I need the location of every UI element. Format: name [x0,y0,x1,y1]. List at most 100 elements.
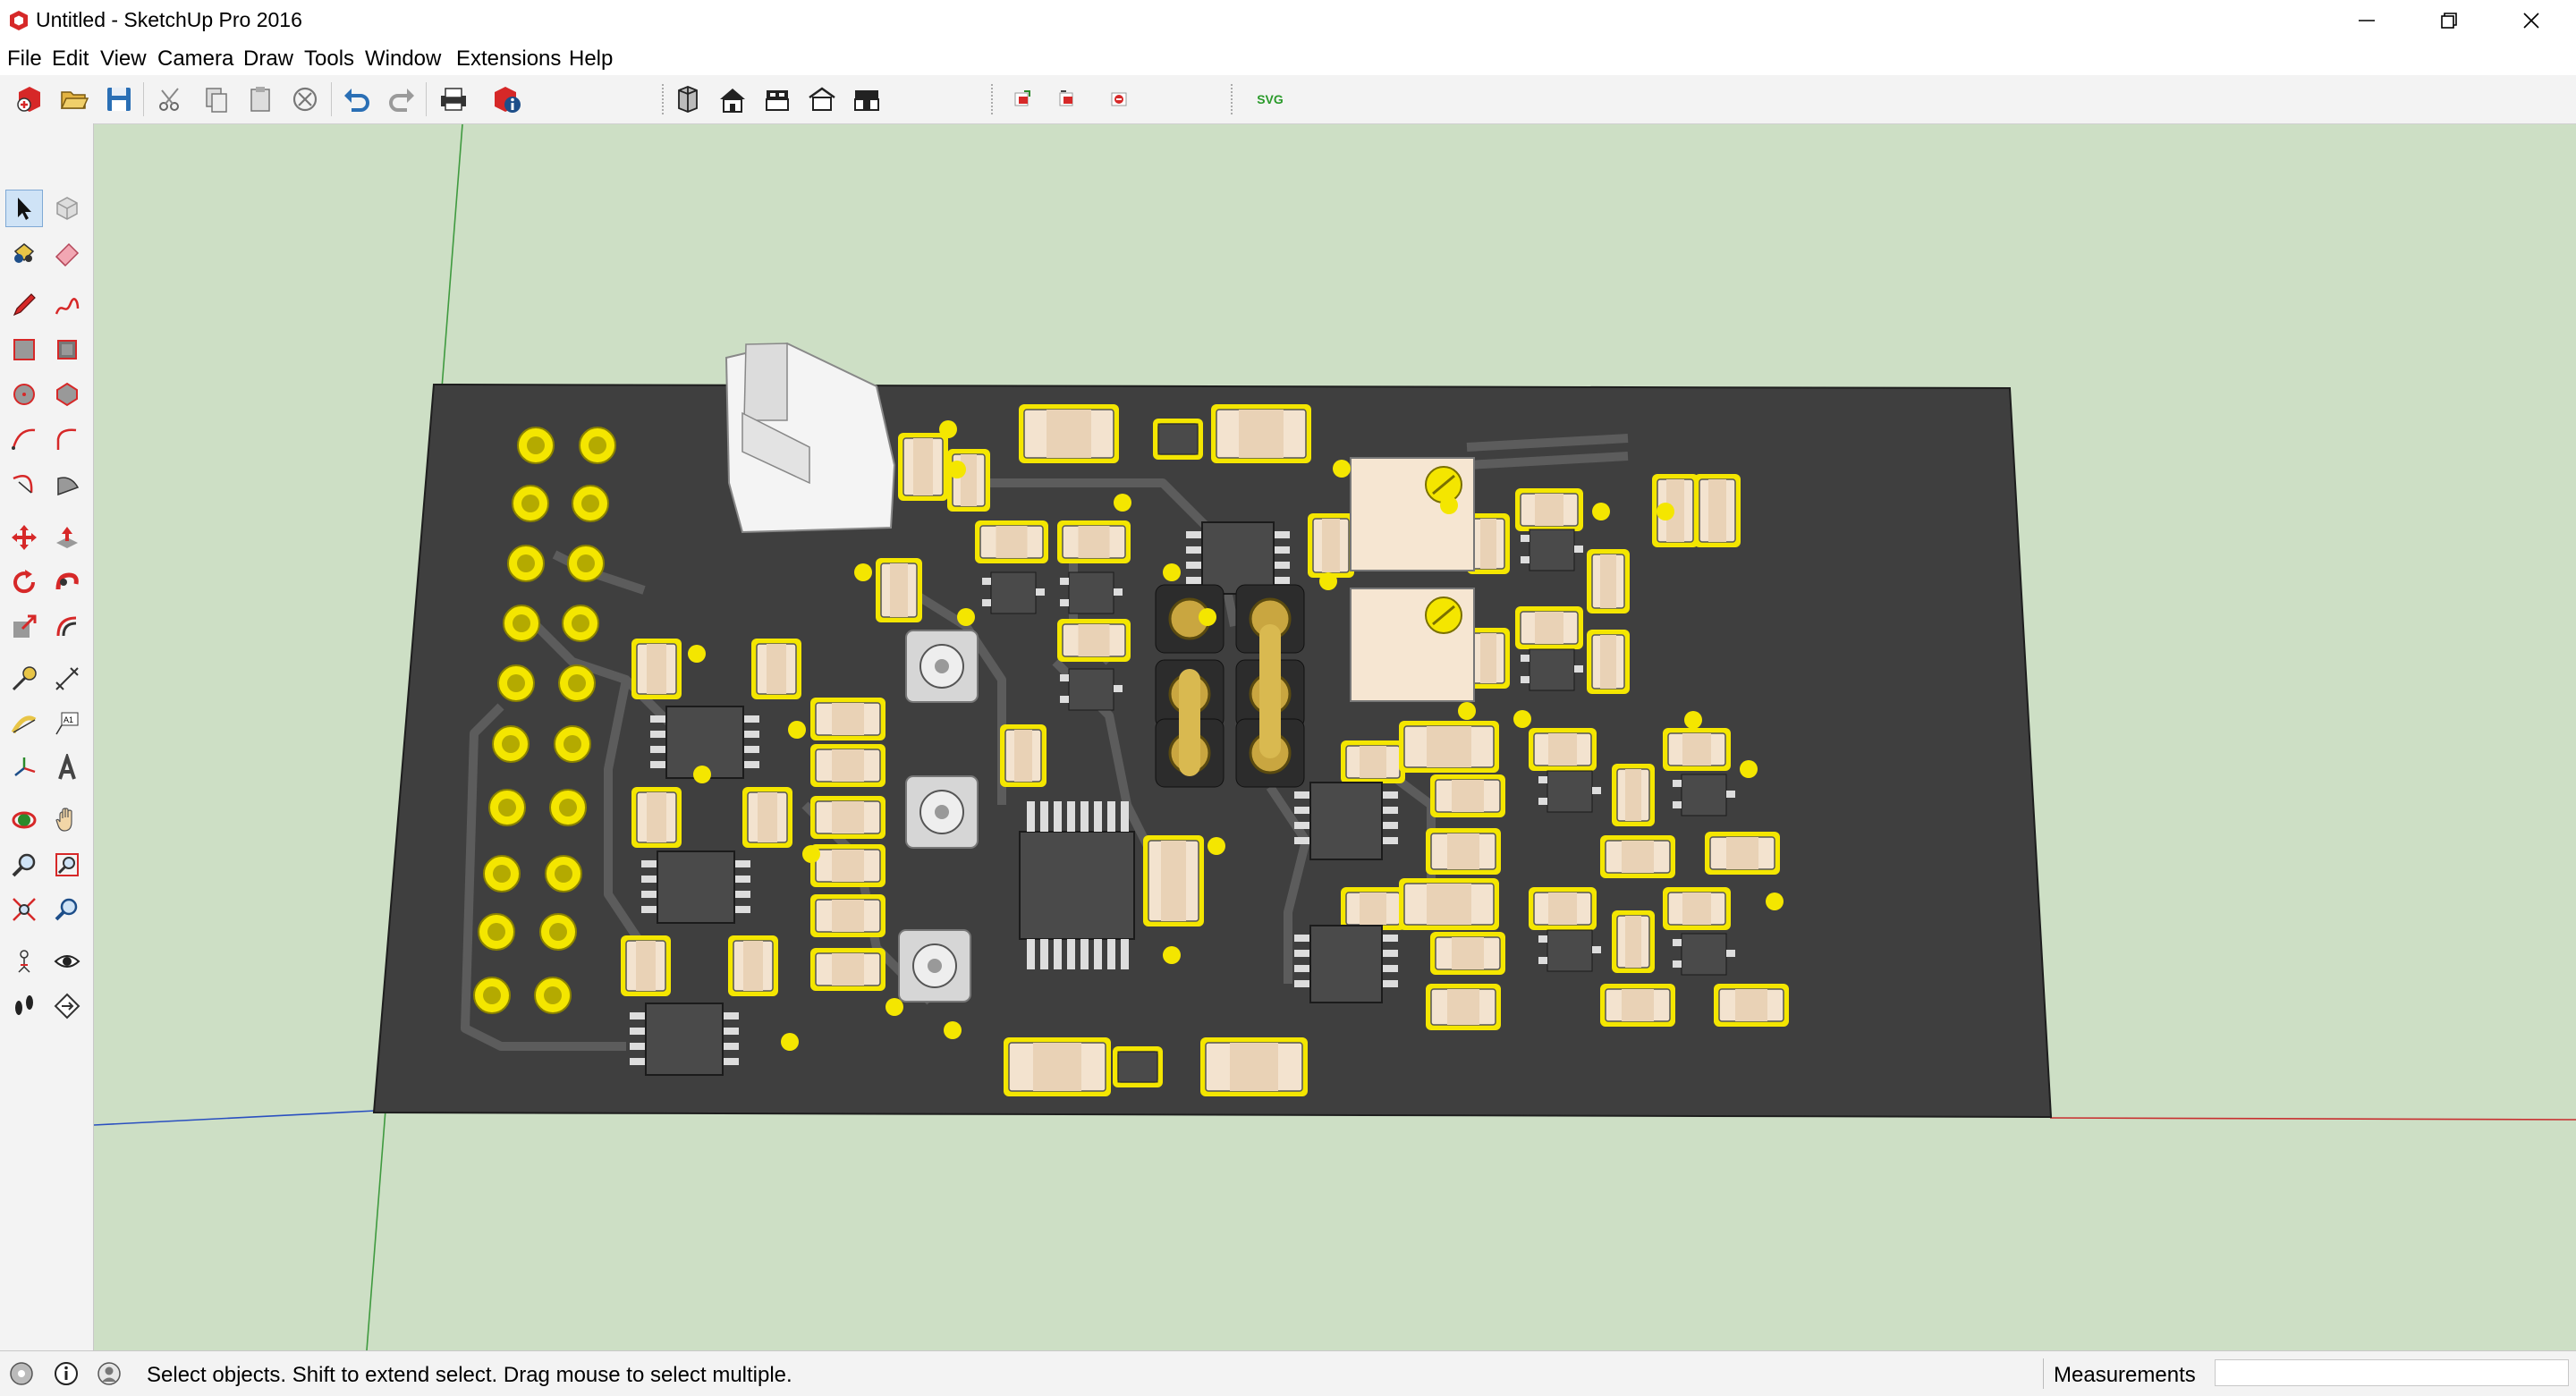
print-button[interactable] [435,80,472,118]
eraser-tool[interactable] [48,234,86,272]
rotate-tool[interactable] [5,563,43,601]
3d-text-tool[interactable] [48,749,86,787]
menu-camera[interactable]: Camera [157,45,233,73]
tape-measure-tool[interactable] [5,660,43,698]
make-component-tool[interactable] [48,190,86,227]
ic-pin [1382,980,1398,987]
import-red-button[interactable] [1004,80,1041,118]
smd-body [647,792,666,842]
menu-file[interactable]: File [7,45,42,73]
model-info-icon [495,87,521,113]
via-pad [944,1021,962,1039]
smd-body [1622,841,1654,873]
rectangle-tool[interactable] [5,331,43,368]
pcb-model[interactable] [94,124,2576,1350]
menu-extensions[interactable]: Extensions [456,45,561,73]
ic-pin [734,860,750,867]
axes-tool[interactable] [5,749,43,787]
section-plane-tool[interactable] [48,987,86,1025]
ic-pin [650,715,666,723]
circle-tool[interactable] [5,376,43,413]
new-file-button[interactable] [11,80,48,118]
zoom-tool[interactable] [5,846,43,884]
three-point-arc-tool[interactable] [5,465,43,503]
menu-window[interactable]: Window [365,45,441,73]
open-button[interactable] [55,80,93,118]
menu-edit[interactable]: Edit [52,45,89,73]
info-icon[interactable] [54,1361,79,1386]
pan-tool[interactable] [48,801,86,839]
undo-button[interactable] [338,80,376,118]
menu-draw[interactable]: Draw [243,45,293,73]
ic-pin [1592,946,1601,953]
export-red-button[interactable] [1048,80,1086,118]
restore-button[interactable] [2408,0,2490,41]
copy-button[interactable] [197,80,234,118]
arc-tool[interactable] [5,420,43,458]
dimension-tool[interactable] [48,660,86,698]
orbit-tool[interactable] [5,801,43,839]
freehand-tool[interactable] [48,286,86,324]
geolocation-icon[interactable] [9,1361,34,1386]
right-view-button[interactable] [803,80,841,118]
scale-tool[interactable] [5,608,43,646]
sot23-chip [1068,571,1114,614]
smd-body [1600,635,1616,689]
pad-drill [493,865,511,883]
push-pull-tool[interactable] [48,519,86,556]
measurements-input[interactable] [2215,1359,2569,1386]
ic-pin [641,891,657,898]
paste-button[interactable] [242,80,279,118]
menu-view[interactable]: View [100,45,147,73]
ic-pin [734,891,750,898]
look-around-tool[interactable] [48,943,86,980]
via-pad [939,420,957,438]
save-button[interactable] [100,80,138,118]
ic-pin [1673,801,1682,808]
position-camera-tool[interactable] [5,943,43,980]
protractor-tool[interactable] [5,705,43,742]
svg-export-button[interactable]: SVG [1249,80,1292,118]
offset-tool[interactable] [48,608,86,646]
front-view-button[interactable] [758,80,796,118]
smd-body [1682,893,1711,925]
ic-pin [1094,801,1102,832]
top-view-button[interactable] [714,80,751,118]
line-tool[interactable] [5,286,43,324]
main-toolbar: SVG [0,75,2576,124]
menu-tools[interactable]: Tools [304,45,354,73]
minimize-button[interactable] [2326,0,2408,41]
pie-tool[interactable] [48,465,86,503]
paint-bucket-tool[interactable] [5,234,43,272]
coax-pin [935,659,949,673]
drawing-viewport[interactable] [94,124,2576,1350]
cut-button[interactable] [152,80,190,118]
smd-body [1447,833,1479,869]
walk-tool[interactable] [5,987,43,1025]
plugin-red-button[interactable] [1100,80,1138,118]
two-point-arc-tool[interactable] [48,420,86,458]
ic-pin [1040,801,1048,832]
rotated-rectangle-tool[interactable] [48,331,86,368]
select-tool[interactable] [5,190,43,227]
menu-help[interactable]: Help [569,45,613,73]
polygon-tool[interactable] [48,376,86,413]
user-account-icon[interactable] [97,1361,122,1386]
back-view-button[interactable] [848,80,886,118]
previous-view-tool[interactable] [48,891,86,928]
model-info-button[interactable] [488,80,526,118]
zoom-extents-tool[interactable] [5,891,43,928]
iso-view-button[interactable] [669,80,707,118]
zoom-window-tool[interactable] [48,846,86,884]
redo-button[interactable] [383,80,420,118]
ic-pin [1673,939,1682,946]
move-tool[interactable] [5,519,43,556]
follow-me-tool[interactable] [48,563,86,601]
erase-selection-button[interactable] [286,80,324,118]
text-tool[interactable]: A1 [48,705,86,742]
close-button[interactable] [2490,0,2572,41]
tape-measure-icon [12,666,37,691]
ic-pin [723,1028,739,1035]
ic-pin [1121,939,1129,969]
ic-pin [1574,546,1583,553]
